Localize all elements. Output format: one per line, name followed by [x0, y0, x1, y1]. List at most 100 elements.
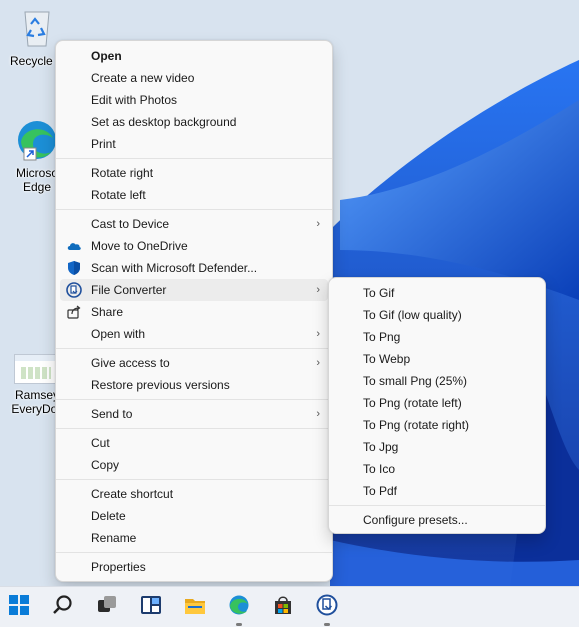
submenu-item-to-gif-low-quality[interactable]: To Gif (low quality) [333, 304, 541, 326]
menu-item-label: To Gif (low quality) [363, 308, 462, 322]
submenu-item-to-pdf[interactable]: To Pdf [333, 480, 541, 502]
chevron-right-icon: › [316, 357, 320, 369]
menu-item-label: Properties [91, 560, 146, 574]
menu-item-label: To Webp [363, 352, 411, 366]
menu-item-delete[interactable]: Delete [60, 505, 328, 527]
menu-item-scan-with-microsoft-defender[interactable]: Scan with Microsoft Defender... [60, 257, 328, 279]
menu-item-file-converter[interactable]: File Converter › [60, 279, 328, 301]
menu-item-label: Rotate left [91, 188, 146, 202]
menu-item-label: To Gif [363, 286, 395, 300]
defender-shield-icon [66, 260, 82, 276]
microsoft-store-icon [272, 594, 294, 621]
chevron-right-icon: › [316, 328, 320, 340]
menu-item-label: Rename [91, 531, 137, 545]
menu-separator [56, 348, 332, 349]
menu-item-open-with[interactable]: Open with › [60, 323, 328, 345]
taskbar-button-widgets[interactable] [135, 591, 167, 623]
menu-item-create-shortcut[interactable]: Create shortcut [60, 483, 328, 505]
menu-item-cut[interactable]: Cut [60, 432, 328, 454]
menu-separator [56, 399, 332, 400]
taskbar-button-edge[interactable] [223, 591, 255, 626]
edge-icon [228, 594, 250, 621]
menu-item-create-a-new-video[interactable]: Create a new video [60, 67, 328, 89]
menu-separator [56, 428, 332, 429]
menu-item-label: Move to OneDrive [91, 239, 188, 253]
running-indicator [324, 623, 330, 626]
context-menu: Open Create a new video Edit with Photos Se… [55, 40, 333, 582]
widgets-icon [140, 594, 162, 621]
menu-item-label: To Png (rotate left) [363, 396, 462, 410]
edge-icon [15, 118, 59, 162]
menu-item-label: Print [91, 137, 116, 151]
menu-item-move-to-onedrive[interactable]: Move to OneDrive [60, 235, 328, 257]
taskbar-button-microsoft-store[interactable] [267, 591, 299, 623]
menu-item-label: To Png [363, 330, 401, 344]
menu-item-send-to[interactable]: Send to › [60, 403, 328, 425]
file-converter-icon [66, 282, 82, 298]
menu-separator [56, 158, 332, 159]
menu-item-rename[interactable]: Rename [60, 527, 328, 549]
search-icon [52, 594, 74, 621]
taskbar-button-file-explorer[interactable] [179, 591, 211, 623]
menu-item-edit-with-photos[interactable]: Edit with Photos [60, 89, 328, 111]
menu-item-label: To Jpg [363, 440, 399, 454]
running-indicator [236, 623, 242, 626]
chevron-right-icon: › [316, 218, 320, 230]
menu-item-rotate-right[interactable]: Rotate right [60, 162, 328, 184]
submenu-item-to-gif[interactable]: To Gif [333, 282, 541, 304]
menu-item-print[interactable]: Print [60, 133, 328, 155]
submenu-item-to-small-png-25[interactable]: To small Png (25%) [333, 370, 541, 392]
file-converter-icon [316, 594, 338, 621]
menu-item-label: Open [91, 49, 122, 63]
menu-item-label: Set as desktop background [91, 115, 237, 129]
submenu-item-to-png-rotate-right[interactable]: To Png (rotate right) [333, 414, 541, 436]
taskbar [0, 586, 579, 627]
menu-item-label: Configure presets... [363, 513, 468, 527]
menu-item-properties[interactable]: Properties [60, 556, 328, 578]
menu-item-label: To Pdf [363, 484, 398, 498]
file-converter-submenu: To Gif To Gif (low quality) To Png To Webp T… [328, 277, 546, 534]
menu-item-copy[interactable]: Copy [60, 454, 328, 476]
menu-item-label: Scan with Microsoft Defender... [91, 261, 258, 275]
submenu-item-to-png-rotate-left[interactable]: To Png (rotate left) [333, 392, 541, 414]
taskbar-button-windows-start[interactable] [3, 591, 35, 623]
menu-item-label: Open with [91, 327, 146, 341]
menu-item-restore-previous-versions[interactable]: Restore previous versions [60, 374, 328, 396]
menu-item-set-as-desktop-background[interactable]: Set as desktop background [60, 111, 328, 133]
menu-item-label: Create a new video [91, 71, 195, 85]
menu-item-label: To Png (rotate right) [363, 418, 470, 432]
menu-item-label: Send to [91, 407, 133, 421]
submenu-item-to-ico[interactable]: To Ico [333, 458, 541, 480]
submenu-item-to-png[interactable]: To Png [333, 326, 541, 348]
menu-separator [56, 209, 332, 210]
menu-item-label: Delete [91, 509, 126, 523]
chevron-right-icon: › [316, 408, 320, 420]
menu-item-label: Cast to Device [91, 217, 170, 231]
spreadsheet-file-icon [14, 354, 60, 384]
menu-item-give-access-to[interactable]: Give access to › [60, 352, 328, 374]
menu-item-rotate-left[interactable]: Rotate left [60, 184, 328, 206]
menu-item-label: Edit with Photos [91, 93, 178, 107]
menu-item-cast-to-device[interactable]: Cast to Device › [60, 213, 328, 235]
menu-separator [56, 479, 332, 480]
windows-start-icon [8, 594, 30, 621]
chevron-right-icon: › [316, 284, 320, 296]
menu-item-label: Cut [91, 436, 110, 450]
task-view-icon [96, 594, 118, 621]
menu-item-share[interactable]: Share [60, 301, 328, 323]
taskbar-button-task-view[interactable] [91, 591, 123, 623]
menu-separator [56, 552, 332, 553]
submenu-item-to-jpg[interactable]: To Jpg [333, 436, 541, 458]
menu-separator [329, 505, 545, 506]
menu-item-label: Share [91, 305, 124, 319]
menu-item-open[interactable]: Open [60, 45, 328, 67]
taskbar-button-file-converter[interactable] [311, 591, 343, 626]
taskbar-button-search[interactable] [47, 591, 79, 623]
menu-item-label: File Converter [91, 283, 167, 297]
recycle-bin-icon [15, 6, 59, 50]
menu-item-label: Give access to [91, 356, 170, 370]
file-explorer-icon [184, 594, 206, 621]
submenu-item-configure-presets[interactable]: Configure presets... [333, 509, 541, 531]
menu-item-label: Rotate right [91, 166, 154, 180]
submenu-item-to-webp[interactable]: To Webp [333, 348, 541, 370]
